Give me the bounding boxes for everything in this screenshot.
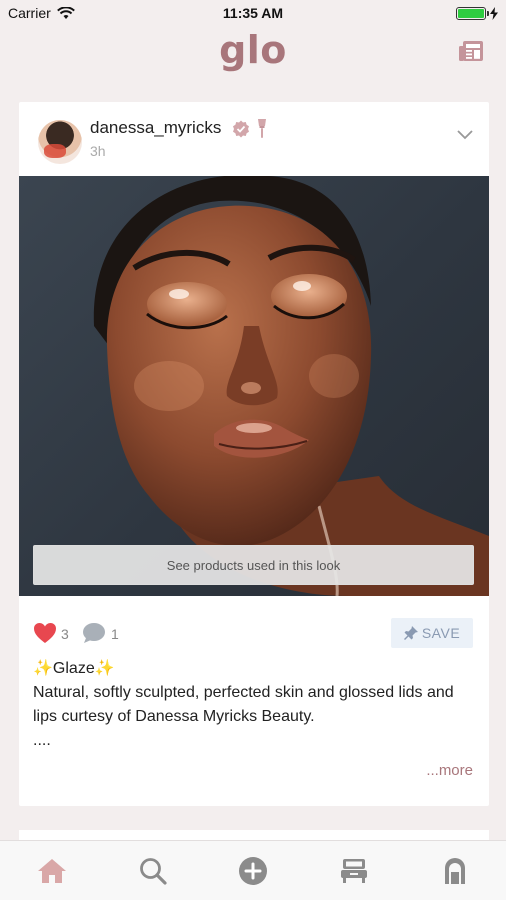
heart-icon[interactable] bbox=[33, 622, 57, 644]
status-bar: Carrier 11:35 AM bbox=[0, 0, 506, 26]
search-icon bbox=[140, 858, 167, 885]
post-caption: ✨Glaze✨ Natural, softly sculpted, perfec… bbox=[33, 657, 478, 753]
caption-title: ✨Glaze✨ bbox=[33, 660, 115, 677]
status-time: 11:35 AM bbox=[222, 5, 284, 21]
caption-ellipsis: .... bbox=[33, 732, 51, 749]
tab-home[interactable] bbox=[36, 855, 68, 887]
portrait-illustration bbox=[93, 176, 489, 596]
makeup-brush-icon bbox=[258, 119, 266, 138]
comment-icon[interactable] bbox=[82, 622, 106, 644]
tab-bar bbox=[0, 840, 506, 900]
add-icon bbox=[239, 857, 267, 885]
post-timestamp: 3h bbox=[90, 143, 106, 159]
caption-body: Natural, softly sculpted, perfected skin… bbox=[33, 684, 454, 725]
profile-icon bbox=[445, 858, 465, 884]
chevron-down-icon[interactable] bbox=[457, 130, 473, 140]
post-actions: 3 1 SAVE bbox=[19, 616, 489, 652]
post-header: danessa_myricks 3h bbox=[19, 102, 489, 176]
newspaper-icon[interactable] bbox=[458, 40, 484, 62]
tab-profile[interactable] bbox=[439, 855, 471, 887]
wifi-icon bbox=[56, 6, 75, 19]
comment-count: 1 bbox=[111, 626, 119, 642]
home-icon bbox=[38, 859, 66, 883]
verified-badge-icon bbox=[233, 120, 249, 138]
tab-search[interactable] bbox=[137, 855, 169, 887]
like-count: 3 bbox=[61, 626, 69, 642]
vanity-icon bbox=[341, 859, 367, 883]
app-logo: glo bbox=[219, 28, 287, 72]
pin-icon bbox=[403, 626, 418, 640]
battery-icon bbox=[456, 6, 489, 20]
app-header: glo bbox=[0, 26, 506, 82]
post-image[interactable]: See products used in this look bbox=[19, 176, 489, 596]
tab-add[interactable] bbox=[237, 855, 269, 887]
avatar[interactable] bbox=[38, 120, 82, 164]
post-card: danessa_myricks 3h See products used in … bbox=[19, 102, 489, 806]
post-username[interactable]: danessa_myricks bbox=[90, 118, 221, 138]
save-button[interactable]: SAVE bbox=[391, 618, 473, 648]
more-link[interactable]: ...more bbox=[426, 762, 473, 779]
charging-icon bbox=[490, 6, 498, 20]
save-label: SAVE bbox=[421, 625, 461, 641]
tab-vanity[interactable] bbox=[338, 855, 370, 887]
see-products-button[interactable]: See products used in this look bbox=[33, 545, 474, 585]
carrier-label: Carrier bbox=[8, 5, 51, 21]
